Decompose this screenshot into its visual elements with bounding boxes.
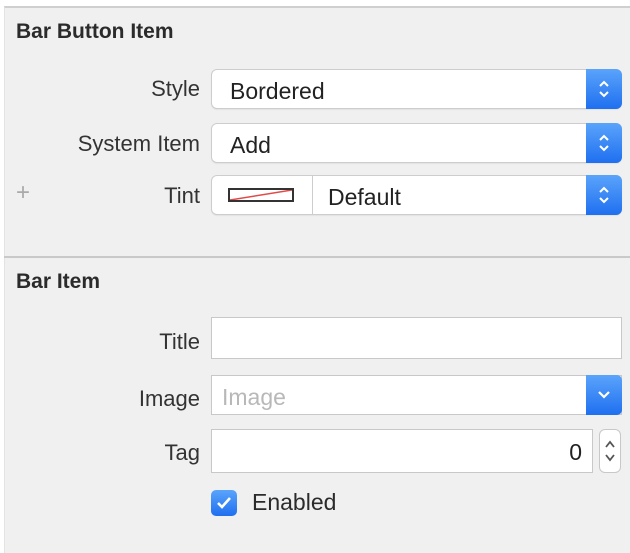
style-label: Style bbox=[151, 76, 200, 101]
tint-value: Default bbox=[328, 184, 401, 210]
tint-swatch-icon bbox=[228, 188, 294, 202]
style-value: Bordered bbox=[230, 78, 325, 104]
system-item-label: System Item bbox=[77, 131, 200, 156]
updown-chevron-icon bbox=[586, 69, 622, 109]
title-field[interactable] bbox=[211, 317, 622, 359]
system-item-popup[interactable]: Add bbox=[211, 123, 622, 163]
system-item-value: Add bbox=[230, 132, 271, 158]
chevron-down-icon[interactable] bbox=[586, 375, 622, 415]
image-label: Image bbox=[138, 386, 200, 411]
section-divider bbox=[4, 256, 630, 258]
tint-label: Tint bbox=[164, 183, 200, 208]
image-placeholder: Image bbox=[222, 384, 286, 410]
tint-popup[interactable]: Default bbox=[211, 175, 622, 215]
enabled-label: Enabled bbox=[252, 489, 337, 515]
checkmark-icon bbox=[217, 497, 231, 509]
tint-color-well[interactable] bbox=[212, 176, 313, 214]
section-title-bar-item: Bar Item bbox=[16, 270, 101, 293]
tag-label: Tag bbox=[164, 440, 200, 465]
updown-chevron-icon bbox=[586, 175, 622, 215]
section-title-bar-button-item: Bar Button Item bbox=[16, 20, 174, 43]
image-combo-box[interactable]: Image bbox=[211, 375, 622, 415]
tag-field[interactable]: 0 bbox=[211, 429, 593, 473]
title-label: Title bbox=[159, 329, 200, 354]
enabled-checkbox[interactable] bbox=[211, 490, 237, 516]
stepper-arrows-icon bbox=[605, 440, 615, 462]
updown-chevron-icon bbox=[586, 123, 622, 163]
tag-value: 0 bbox=[569, 439, 582, 465]
style-popup[interactable]: Bordered bbox=[211, 69, 622, 109]
tag-stepper[interactable] bbox=[599, 429, 621, 473]
